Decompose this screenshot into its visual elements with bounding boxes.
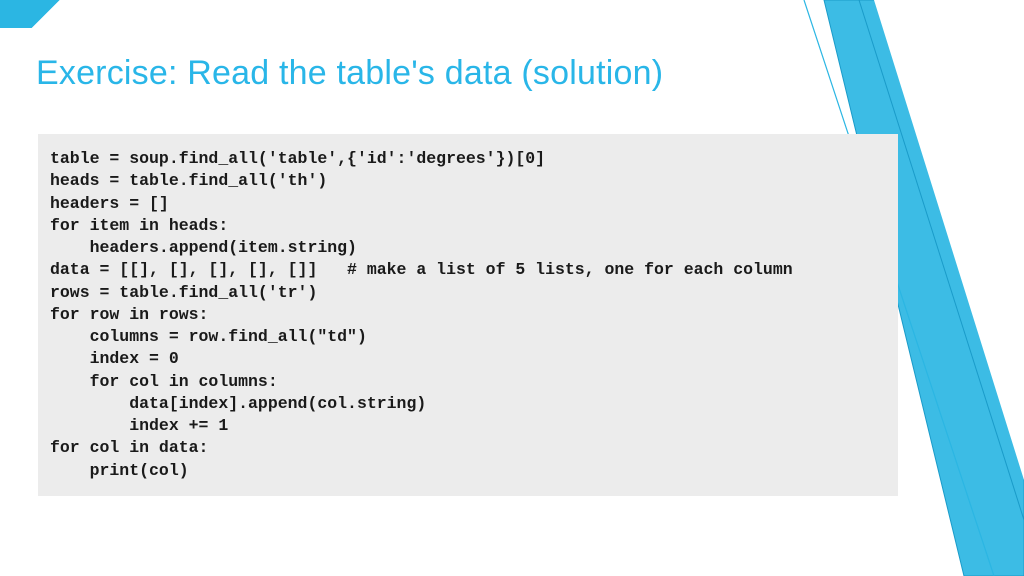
code-block: table = soup.find_all('table',{'id':'deg…: [38, 134, 898, 496]
corner-accent-top-left: [0, 0, 80, 28]
slide-title: Exercise: Read the table's data (solutio…: [36, 54, 663, 93]
